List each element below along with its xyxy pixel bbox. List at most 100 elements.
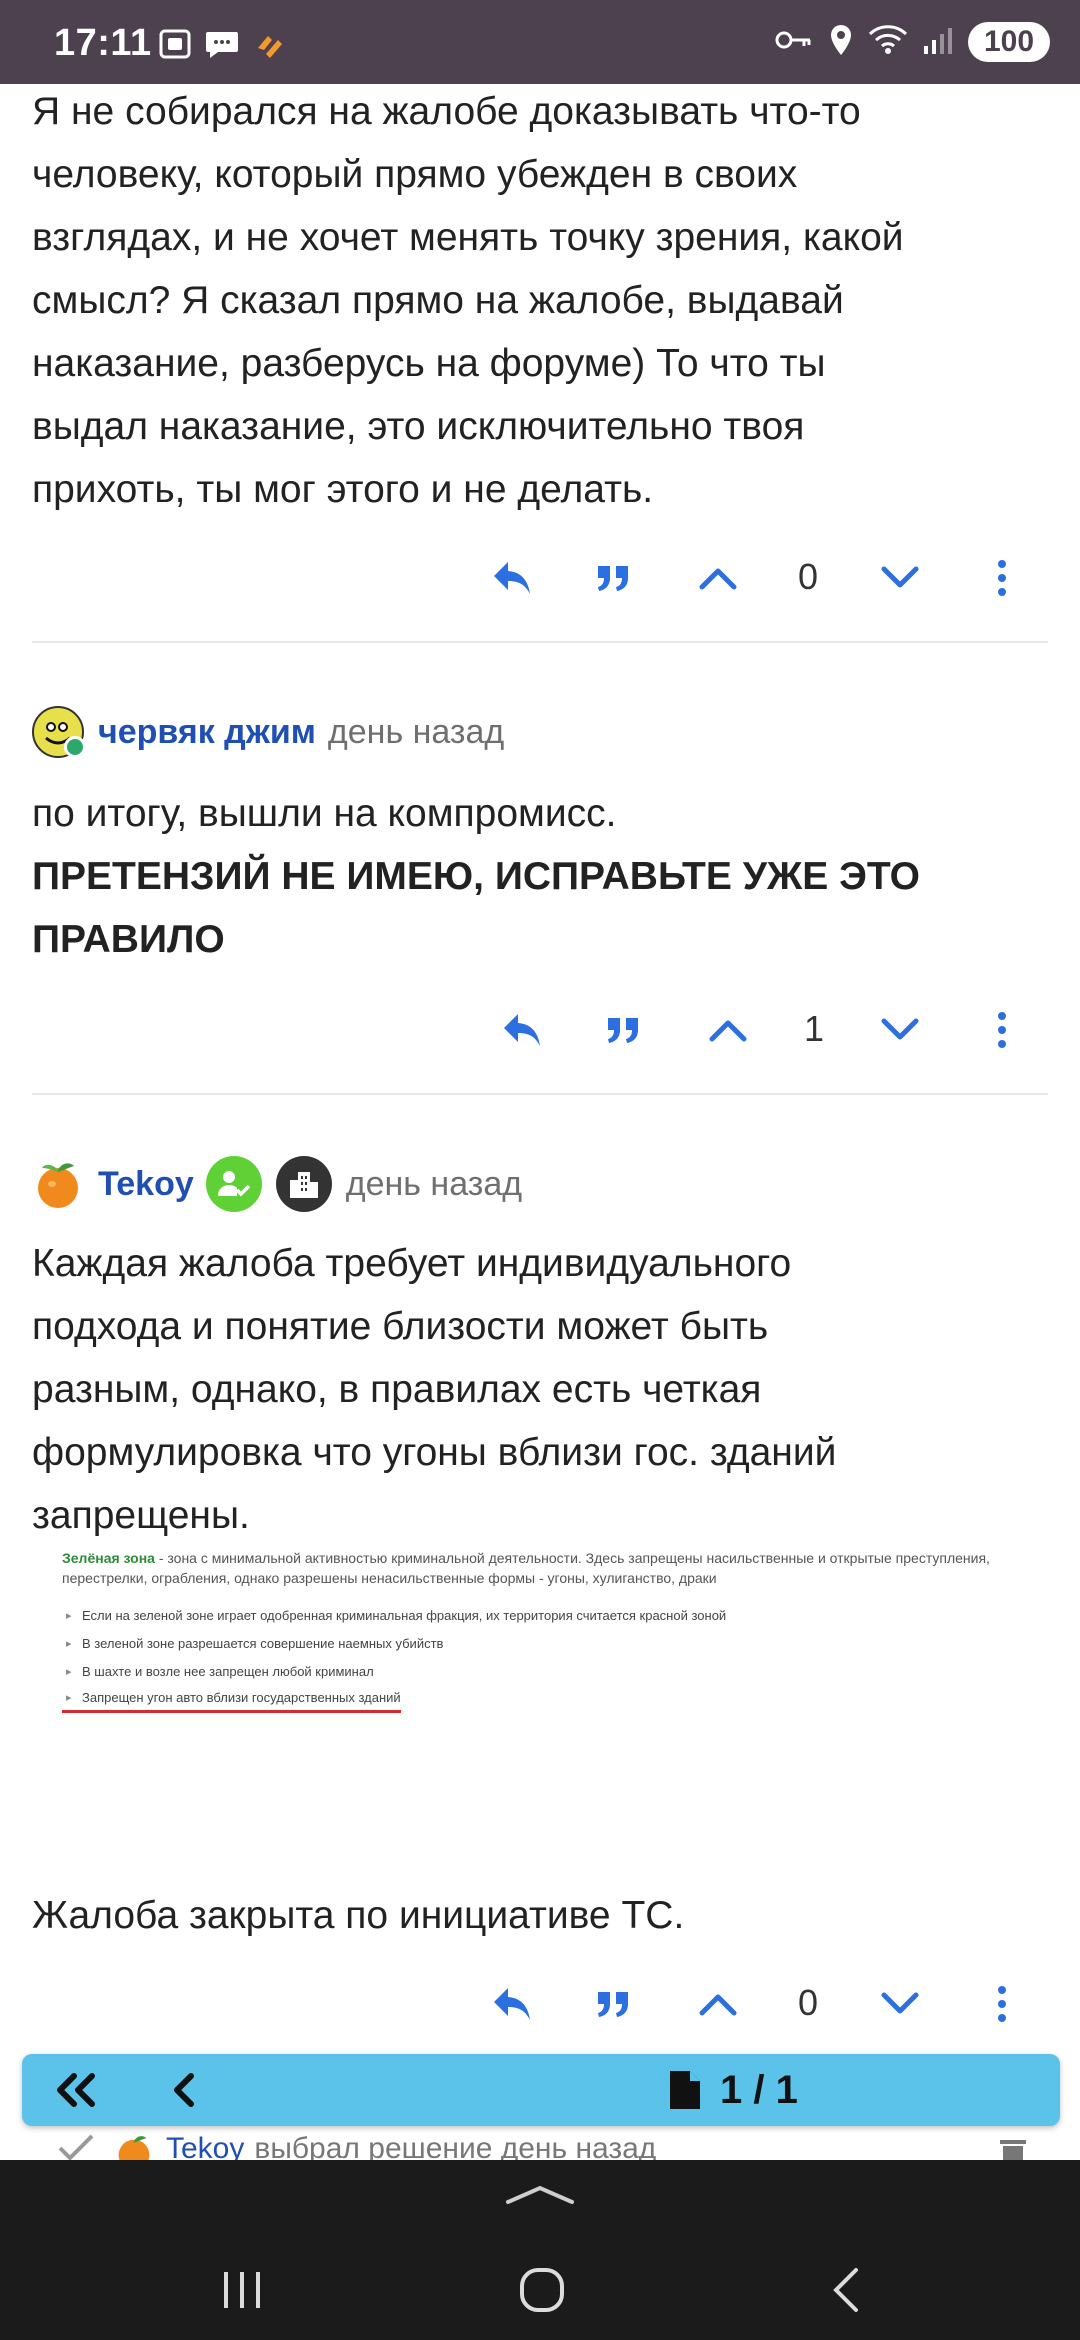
post-2-body: по итогу, вышли на компромисс. ПРЕТЕНЗИЙ… [32,782,1052,971]
quote-button[interactable] [586,1976,642,2032]
chevron-down-icon [881,1018,919,1040]
recent-apps-icon [224,2272,260,2308]
trash-icon[interactable] [996,2138,1030,2162]
downvote-button[interactable] [872,1976,928,2032]
chevron-up-icon [699,568,737,590]
quote-icon [598,1992,628,2017]
quote-button[interactable] [586,550,642,606]
rules-intro-text: - зона с минимальной активностью кримина… [62,1550,990,1586]
post-1-line: выдал наказание, это исключительно твоя [32,405,805,448]
downvote-button[interactable] [872,1002,928,1058]
reply-button[interactable] [484,550,540,606]
post-1-line: наказание, разберусь на форуме) То что т… [32,342,826,385]
key-icon [774,24,814,61]
post-time[interactable]: день назад [328,713,504,752]
post-3-line: разным, однако, в правилах есть четкая [32,1368,762,1411]
more-vertical-icon [998,1012,1006,1048]
event-author[interactable]: Tekoy [166,2132,244,2160]
post-1-line: Я не собирался на жалобе доказывать что-… [32,90,861,133]
post-3-line: Каждая жалоба требует индивидуального [32,1242,792,1285]
verified-user-badge[interactable] [205,1156,262,1212]
post-time[interactable]: день назад [346,1165,522,1204]
event-text: выбрал решение день назад [254,2132,657,2160]
upvote-button[interactable] [690,1976,746,2032]
chevron-up-icon [699,1994,737,2016]
double-chevron-left-icon [57,2073,95,2107]
status-bar: 17:11 100 [0,0,1080,84]
upvote-button[interactable] [690,550,746,606]
group-badge[interactable] [275,1156,332,1212]
expand-handle[interactable] [504,2182,576,2211]
home-button[interactable] [502,2250,582,2330]
vote-count: 1 [803,1008,825,1049]
chevron-down-icon [881,1992,919,2014]
vote-count: 0 [797,1982,819,2023]
quote-button[interactable] [596,1002,652,1058]
post-3-body: Каждая жалоба требует индивидуального по… [32,1232,1052,1547]
vote-count: 0 [797,556,819,597]
rules-item: В шахте и возле нее запрещен любой крими… [62,1658,1022,1686]
more-options-button[interactable] [974,550,1030,606]
quote-icon [598,566,628,591]
status-time: 17:11 [54,22,152,64]
rules-list: Если на зеленой зоне играет одобренная к… [62,1602,1022,1713]
previous-page-button[interactable] [156,2062,212,2118]
post-3-line: формулировка что угоны вблизи гос. здани… [32,1431,837,1474]
more-options-button[interactable] [974,1002,1030,1058]
navigation-bar [0,2160,1080,2340]
reply-icon [494,562,530,594]
battery-indicator: 100 [968,22,1050,62]
check-icon [58,2134,94,2160]
building-icon [289,1172,318,1198]
reply-button[interactable] [494,1002,550,1058]
upvote-button[interactable] [700,1002,756,1058]
rules-intro: Зелёная зона - зона с минимальной активн… [62,1548,1022,1588]
post-1-line: смысл? Я сказал прямо на жалобе, выдавай [32,279,844,322]
chevron-up-icon [506,2185,574,2204]
rules-item: В зеленой зоне разрешается совершение на… [62,1630,1022,1658]
avatar[interactable] [32,1158,84,1210]
app-icon [252,28,286,65]
post-2-bold-line: ПРЕТЕНЗИЙ НЕ ИМЕЮ, ИСПРАВЬТЕ УЖЕ ЭТО [32,855,921,898]
downvote-button[interactable] [872,550,928,606]
back-button[interactable] [806,2250,886,2330]
post-1-actions: 0 [0,550,1080,610]
file-icon [670,2071,700,2109]
wifi-icon [868,24,908,61]
home-icon [520,2268,564,2312]
chevron-left-icon [174,2073,194,2107]
rules-item: Если на зеленой зоне играет одобренная к… [62,1602,1022,1630]
post-3-actions: 0 [0,1976,1080,2036]
location-icon [828,23,854,62]
post-3-header: Tekoy день назад [32,1154,522,1214]
pagination-bar: 1 / 1 [22,2054,1060,2126]
post-2-bold-line: ПРАВИЛО [32,918,225,961]
page-counter-text: 1 / 1 [720,2067,798,2112]
recent-apps-button[interactable] [202,2250,282,2330]
more-vertical-icon [998,1986,1006,2022]
post-1-line: прихоть, ты мог этого и не делать. [32,468,654,511]
online-status-indicator [64,736,86,758]
author-name[interactable]: червяк джим [98,713,316,752]
more-options-button[interactable] [974,1976,1030,2032]
page-counter[interactable]: 1 / 1 [668,2064,798,2116]
post-2-header: червяк джим день назад [32,702,504,762]
avatar[interactable] [32,706,86,758]
post-1-line: человеку, который прямо убежден в своих [32,153,798,196]
reply-button[interactable] [484,1976,540,2032]
post-3-line: запрещены. [32,1494,250,1537]
post-1-body: Я не собирался на жалобе доказывать что-… [32,80,1052,521]
avatar-image [38,1163,78,1208]
author-name[interactable]: Tekoy [98,1165,194,1204]
chevron-up-icon [709,1020,747,1042]
first-page-button[interactable] [48,2062,104,2118]
reply-icon [494,1988,530,2020]
post-divider [32,1093,1048,1095]
post-divider [32,641,1048,643]
status-icons-left [158,28,286,65]
post-3-closing: Жалоба закрыта по инициативе ТС. [32,1894,685,1937]
rules-zone-name: Зелёная зона [62,1550,155,1566]
post-3-line: подхода и понятие близости может быть [32,1305,769,1348]
back-icon [833,2268,858,2312]
rules-image[interactable]: Зелёная зона - зона с минимальной активн… [62,1548,1022,1798]
